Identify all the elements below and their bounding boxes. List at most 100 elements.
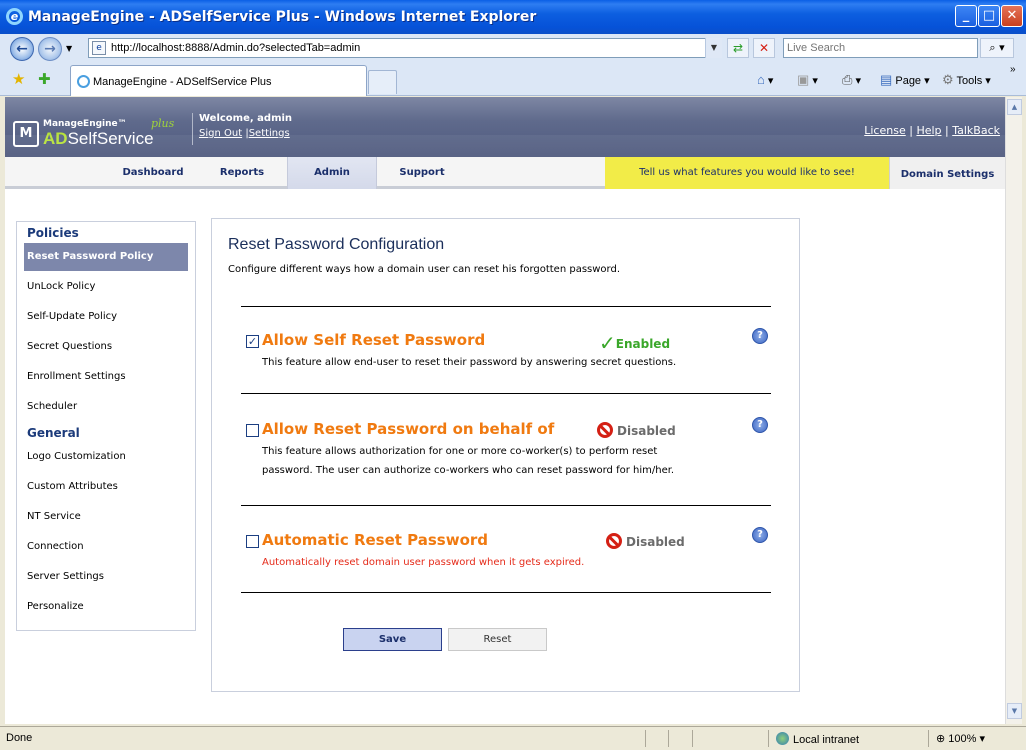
close-button[interactable]: ✕ xyxy=(1001,5,1023,27)
allow-reset-on-behalf-desc-1: This feature allows authorization for on… xyxy=(262,446,658,457)
sidebar-item-secret-questions[interactable]: Secret Questions xyxy=(17,333,195,361)
status-separator xyxy=(928,730,929,747)
brand-small: ManageEngine™ xyxy=(43,119,127,129)
page-title: Reset Password Configuration xyxy=(228,236,445,253)
automatic-reset-checkbox[interactable] xyxy=(246,535,259,548)
sidebar-item-unlock-policy[interactable]: UnLock Policy xyxy=(17,273,195,301)
divider xyxy=(241,592,771,593)
disabled-icon xyxy=(597,422,613,438)
admin-sidebar: Policies Reset Password Policy UnLock Po… xyxy=(16,221,196,631)
allow-self-reset-status: ✓Enabled xyxy=(599,331,670,355)
help-icon[interactable]: ? xyxy=(752,527,768,543)
sidebar-item-logo-customization[interactable]: Logo Customization xyxy=(17,443,195,471)
talkback-link[interactable]: TalkBack xyxy=(952,124,1000,137)
browser-tab[interactable]: ManageEngine - ADSelfService Plus xyxy=(70,65,367,96)
tab-admin[interactable]: Admin xyxy=(287,157,377,189)
print-button[interactable]: ⎙ ▾ xyxy=(842,72,861,88)
page-description: Configure different ways how a domain us… xyxy=(228,264,621,275)
status-label: Disabled xyxy=(617,424,676,438)
sidebar-item-enrollment-settings[interactable]: Enrollment Settings xyxy=(17,363,195,391)
feeds-button[interactable]: ▣ ▾ xyxy=(797,72,818,88)
favorites-star-icon[interactable]: ★ xyxy=(12,70,25,88)
maximize-button[interactable]: □ xyxy=(978,5,1000,27)
sidebar-item-personalize[interactable]: Personalize xyxy=(17,593,195,621)
live-search-box[interactable] xyxy=(783,38,978,58)
sign-out-link[interactable]: Sign Out xyxy=(199,128,242,139)
brand-ad: AD xyxy=(43,129,68,148)
sidebar-item-connection[interactable]: Connection xyxy=(17,533,195,561)
page-icon: ▤ xyxy=(880,72,893,87)
divider xyxy=(241,393,771,394)
welcome-text: Welcome, admin xyxy=(199,113,293,124)
tab-support[interactable]: Support xyxy=(377,157,467,189)
sidebar-item-scheduler[interactable]: Scheduler xyxy=(17,393,195,421)
minimize-button[interactable]: _ xyxy=(955,5,977,27)
search-button[interactable]: ⌕ ▾ xyxy=(980,38,1014,58)
allow-self-reset-desc: This feature allow end-user to reset the… xyxy=(262,357,677,368)
scroll-down-icon[interactable]: ▼ xyxy=(1007,703,1022,719)
scroll-up-icon[interactable]: ▲ xyxy=(1007,99,1022,115)
help-icon[interactable]: ? xyxy=(752,417,768,433)
status-done: Done xyxy=(6,732,33,744)
allow-reset-on-behalf-title[interactable]: Allow Reset Password on behalf of xyxy=(262,420,554,438)
sidebar-item-custom-attributes[interactable]: Custom Attributes xyxy=(17,473,195,501)
status-separator xyxy=(645,730,646,747)
automatic-reset-status: Disabled xyxy=(606,533,685,549)
status-separator xyxy=(768,730,769,747)
status-label: Disabled xyxy=(626,535,685,549)
brand-plus: plus xyxy=(151,117,175,130)
brand-rest: SelfService xyxy=(67,129,154,148)
add-favorite-icon[interactable]: ✚ xyxy=(38,70,51,88)
vertical-scrollbar[interactable]: ▲ ▼ xyxy=(1005,97,1022,724)
sidebar-item-server-settings[interactable]: Server Settings xyxy=(17,563,195,591)
address-toolbar: ← → ▼ e http://localhost:8888/Admin.do?s… xyxy=(0,34,1026,62)
address-dropdown-icon[interactable]: ▼ xyxy=(705,38,722,58)
refresh-button[interactable]: ⇄ xyxy=(727,38,749,58)
tab-reports[interactable]: Reports xyxy=(197,157,287,189)
new-tab-button[interactable] xyxy=(368,70,397,94)
license-link[interactable]: License xyxy=(864,124,905,137)
sidebar-item-self-update-policy[interactable]: Self-Update Policy xyxy=(17,303,195,331)
status-separator xyxy=(668,730,669,747)
reset-button[interactable]: Reset xyxy=(448,628,547,651)
window-titlebar: e ManageEngine - ADSelfService Plus - Wi… xyxy=(0,0,1026,34)
feature-request-banner[interactable]: Tell us what features you would like to … xyxy=(605,157,889,189)
tab-ie-icon xyxy=(77,75,90,88)
live-search-input[interactable] xyxy=(784,39,974,57)
security-zone[interactable]: Local intranet xyxy=(776,732,859,746)
checkmark-icon: ✓ xyxy=(599,331,616,355)
toolbar-overflow-icon[interactable]: » xyxy=(1010,64,1016,75)
zoom-level: 100% xyxy=(948,733,977,745)
help-icon[interactable]: ? xyxy=(752,328,768,344)
forward-button[interactable]: → xyxy=(38,37,62,61)
zoom-control[interactable]: ⊕ 100% ▾ xyxy=(936,732,985,745)
home-icon: ⌂ xyxy=(757,72,765,87)
back-button[interactable]: ← xyxy=(10,37,34,61)
sidebar-item-reset-password-policy[interactable]: Reset Password Policy xyxy=(24,243,188,271)
stop-button[interactable]: ✕ xyxy=(753,38,775,58)
page-menu[interactable]: ▤ Page ▾ xyxy=(880,72,930,88)
help-link[interactable]: Help xyxy=(916,124,941,137)
history-dropdown-icon[interactable]: ▼ xyxy=(66,44,72,53)
automatic-reset-title[interactable]: Automatic Reset Password xyxy=(262,531,488,549)
allow-self-reset-title[interactable]: Allow Self Reset Password xyxy=(262,331,485,349)
sidebar-item-nt-service[interactable]: NT Service xyxy=(17,503,195,531)
allow-reset-on-behalf-checkbox[interactable] xyxy=(246,424,259,437)
tab-dashboard[interactable]: Dashboard xyxy=(109,157,197,189)
gear-icon: ⚙ xyxy=(942,72,954,87)
home-button[interactable]: ⌂ ▾ xyxy=(757,72,773,87)
tools-menu[interactable]: ⚙ Tools ▾ xyxy=(942,72,991,88)
printer-icon: ⎙ xyxy=(842,72,853,87)
status-separator xyxy=(692,730,693,747)
settings-link[interactable]: Settings xyxy=(249,128,290,139)
address-bar[interactable]: e http://localhost:8888/Admin.do?selecte… xyxy=(88,38,722,58)
disabled-icon xyxy=(606,533,622,549)
page-icon: e xyxy=(92,41,106,55)
policies-header: Policies xyxy=(27,226,79,240)
save-button[interactable]: Save xyxy=(343,628,442,651)
automatic-reset-desc: Automatically reset domain user password… xyxy=(262,557,585,568)
main-nav: Dashboard Reports Admin Support Tell us … xyxy=(5,157,1005,189)
url-text[interactable]: http://localhost:8888/Admin.do?selectedT… xyxy=(111,42,360,54)
allow-self-reset-checkbox[interactable]: ✓ xyxy=(246,335,259,348)
domain-settings-link[interactable]: Domain Settings xyxy=(889,157,1005,189)
